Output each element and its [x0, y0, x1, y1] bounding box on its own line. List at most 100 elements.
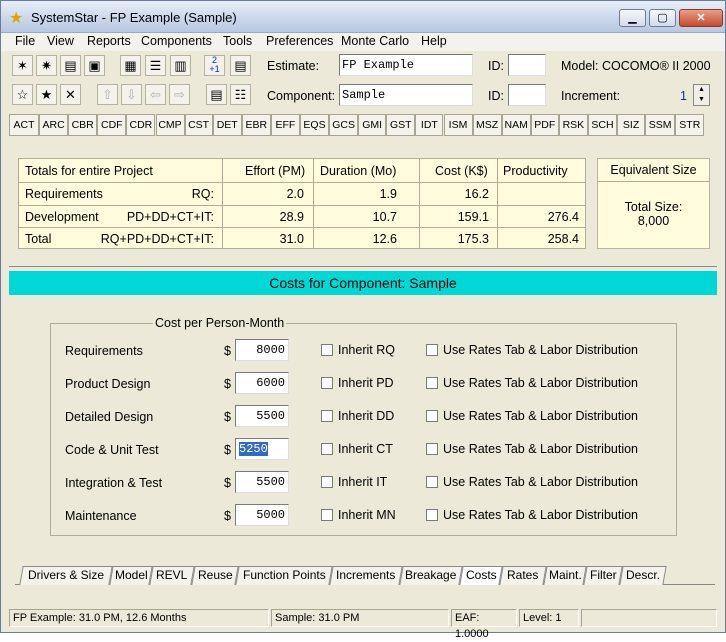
tab-rates[interactable]: Rates	[499, 566, 547, 585]
module-button-pdf[interactable]: PDF	[530, 114, 559, 136]
spin-down-icon[interactable]: ▼	[694, 95, 709, 105]
tab-reuse[interactable]: Reuse	[191, 566, 239, 585]
delete-icon[interactable]: ✕	[60, 84, 81, 105]
inherit-checkbox-requirements[interactable]	[321, 344, 333, 356]
menu-tools[interactable]: Tools	[223, 34, 252, 48]
report-icon[interactable]: ▤	[230, 55, 251, 76]
menu-file[interactable]: File	[15, 34, 35, 48]
save-icon[interactable]: ▣	[84, 55, 105, 76]
arrow-right-icon[interactable]: ⇨	[169, 84, 190, 105]
tab-filter[interactable]: Filter	[583, 566, 623, 585]
inherit-checkbox-code-unit-test[interactable]	[321, 443, 333, 455]
module-button-rsk[interactable]: RSK	[558, 114, 588, 136]
inherit-label: Inherit PD	[338, 376, 394, 390]
inherit-checkbox-maintenance[interactable]	[321, 509, 333, 521]
inherit-checkbox-detailed-design[interactable]	[321, 410, 333, 422]
tab-breakage[interactable]: Breakage	[399, 566, 463, 585]
use-rates-checkbox-requirements[interactable]	[426, 344, 438, 356]
model-label: Model: COCOMO® II 2000	[561, 59, 711, 73]
cost-input-integration-test[interactable]: 5500	[235, 471, 289, 493]
new-component-icon[interactable]: ✷	[36, 55, 57, 76]
app-window: ★ SystemStar - FP Example (Sample) ▁ ▢ ✕…	[0, 0, 726, 640]
module-button-gmi[interactable]: GMI	[358, 114, 387, 136]
module-button-eqs[interactable]: EQS	[300, 114, 329, 136]
arrow-up-icon[interactable]: ⇧	[97, 84, 118, 105]
document-icon[interactable]: ▤	[206, 84, 227, 105]
module-button-cdf[interactable]: CDF	[97, 114, 127, 136]
cost-input-requirements[interactable]: 8000	[235, 339, 289, 361]
module-button-cdr[interactable]: CDR	[126, 114, 156, 136]
spin-up-icon[interactable]: ▲	[694, 85, 709, 95]
tab-costs[interactable]: Costs	[459, 566, 503, 585]
use-rates-label: Use Rates Tab & Labor Distribution	[443, 442, 639, 456]
cost-row-label-detailed-design: Detailed Design	[65, 410, 154, 424]
use-rates-checkbox-product-design[interactable]	[426, 377, 438, 389]
menu-monte-carlo[interactable]: Monte Carlo	[341, 34, 409, 48]
cost-input-code-unit-test[interactable]: 5250	[235, 438, 289, 460]
tab-revl[interactable]: REVL	[149, 566, 195, 585]
close-button[interactable]: ✕	[679, 9, 723, 27]
module-button-str[interactable]: STR	[675, 114, 705, 136]
module-button-arc[interactable]: ARC	[39, 114, 69, 136]
component-field[interactable]: Sample	[339, 84, 473, 106]
menu-components[interactable]: Components	[141, 34, 212, 48]
currency-symbol: $	[224, 476, 231, 490]
cost-input-maintenance[interactable]: 5000	[235, 504, 289, 526]
tab-increments[interactable]: Increments	[329, 566, 403, 585]
module-button-cmp[interactable]: CMP	[155, 114, 185, 136]
module-button-gcs[interactable]: GCS	[329, 114, 359, 136]
estimate-id-field[interactable]	[508, 54, 546, 76]
inherit-label: Inherit DD	[338, 409, 395, 423]
module-button-ssm[interactable]: SSM	[645, 114, 676, 136]
tab-model[interactable]: Model	[109, 566, 153, 585]
module-button-eff[interactable]: EFF	[270, 114, 300, 136]
menu-reports[interactable]: Reports	[87, 34, 131, 48]
maximize-button[interactable]: ▢	[649, 9, 676, 27]
increment-count-icon[interactable]: 2 +1	[204, 55, 225, 76]
module-button-act[interactable]: ACT	[9, 114, 39, 136]
minimize-button[interactable]: ▁	[619, 9, 646, 27]
use-rates-checkbox-maintenance[interactable]	[426, 509, 438, 521]
use-rates-checkbox-code-unit-test[interactable]	[426, 443, 438, 455]
increment-spinner[interactable]: ▲ ▼	[693, 84, 710, 106]
tab-label: Filter	[589, 568, 617, 582]
cost-input-detailed-design[interactable]: 5500	[235, 405, 289, 427]
module-button-cst[interactable]: CST	[184, 114, 213, 136]
menu-view[interactable]: View	[47, 34, 74, 48]
component-id-field[interactable]	[508, 84, 546, 106]
list-view-icon[interactable]: ☰	[145, 55, 166, 76]
star-add-icon[interactable]: ★	[36, 84, 57, 105]
inherit-checkbox-product-design[interactable]	[321, 377, 333, 389]
tab-maint[interactable]: Maint.	[543, 566, 587, 585]
document-list-icon[interactable]: ☷	[230, 84, 251, 105]
module-button-gst[interactable]: GST	[386, 114, 416, 136]
use-rates-checkbox-integration-test[interactable]	[426, 476, 438, 488]
module-button-msz[interactable]: MSZ	[472, 114, 502, 136]
use-rates-checkbox-detailed-design[interactable]	[426, 410, 438, 422]
tab-drivers-size[interactable]: Drivers & Size	[19, 566, 113, 585]
module-button-det[interactable]: DET	[212, 114, 242, 136]
open-folder-icon[interactable]: ▤	[60, 55, 81, 76]
tab-function-points[interactable]: Function Points	[235, 566, 333, 585]
chart-view-icon[interactable]: ▥	[170, 55, 191, 76]
estimate-field[interactable]: FP Example	[339, 54, 473, 76]
table-view-icon[interactable]: ▦	[120, 55, 141, 76]
module-button-nam[interactable]: NAM	[501, 114, 531, 136]
menu-preferences[interactable]: Preferences	[266, 34, 333, 48]
row-effort: 28.9	[279, 210, 304, 224]
cost-input-product-design[interactable]: 6000	[235, 372, 289, 394]
module-button-sch[interactable]: SCH	[588, 114, 617, 136]
tab-descr[interactable]: Descr.	[619, 566, 667, 585]
arrow-down-icon[interactable]: ⇩	[121, 84, 142, 105]
effort-header: Effort (PM)	[245, 164, 306, 178]
module-button-ebr[interactable]: EBR	[241, 114, 271, 136]
module-button-cbr[interactable]: CBR	[68, 114, 98, 136]
new-estimate-icon[interactable]: ✶	[12, 55, 33, 76]
inherit-checkbox-integration-test[interactable]	[321, 476, 333, 488]
menu-help[interactable]: Help	[421, 34, 447, 48]
star-outline-icon[interactable]: ☆	[12, 84, 33, 105]
module-button-siz[interactable]: SIZ	[617, 114, 646, 136]
arrow-left-icon[interactable]: ⇦	[145, 84, 166, 105]
module-button-idt[interactable]: IDT	[415, 114, 444, 136]
module-button-ism[interactable]: ISM	[443, 114, 473, 136]
